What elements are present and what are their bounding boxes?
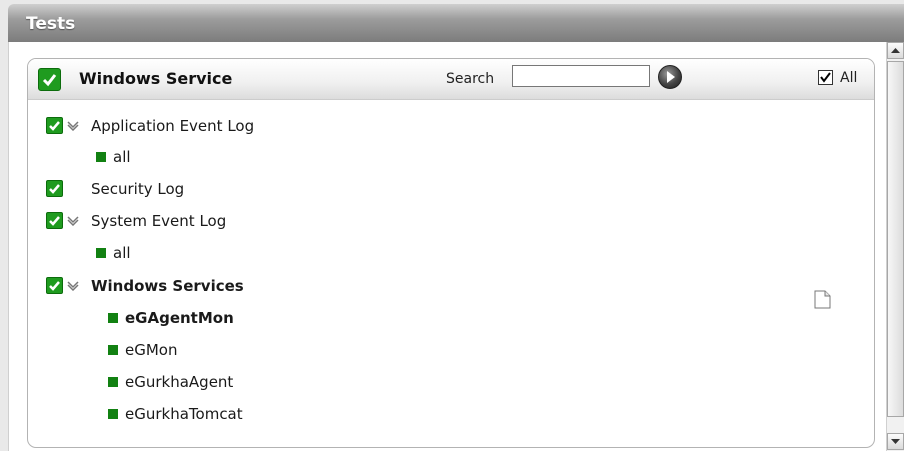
checked-green-icon[interactable] xyxy=(46,212,63,229)
checked-green-icon[interactable] xyxy=(46,180,63,197)
tree-item-windows-services[interactable]: Windows Services xyxy=(46,276,446,296)
go-arrow-icon xyxy=(667,71,675,83)
tree-subitem-egagentmon[interactable]: eGAgentMon xyxy=(108,308,358,328)
green-square-icon xyxy=(96,248,106,258)
tree-subitem[interactable]: all xyxy=(96,147,296,167)
checked-green-icon[interactable] xyxy=(46,117,63,134)
green-square-icon xyxy=(108,409,118,419)
scroll-up-icon xyxy=(891,48,900,53)
scroll-thumb[interactable] xyxy=(887,61,904,417)
tree-subitem-label: all xyxy=(113,148,131,166)
tests-title-bar: Tests xyxy=(8,4,904,42)
windows-service-panel: Windows Service Search All Application E… xyxy=(27,58,875,448)
green-square-icon xyxy=(108,377,118,387)
search-go-button[interactable] xyxy=(658,65,682,89)
tree-subitem-egmon[interactable]: eGMon xyxy=(108,340,358,360)
tree-subitem-label: eGurkhaTomcat xyxy=(125,405,243,423)
tree-subitem-label: eGMon xyxy=(125,341,178,359)
tree-item-system-event-log[interactable]: System Event Log xyxy=(46,211,446,231)
panel-checkbox-icon[interactable] xyxy=(38,68,61,91)
scroll-up-button[interactable] xyxy=(887,42,904,59)
scroll-down-icon xyxy=(891,439,900,444)
document-icon[interactable] xyxy=(814,290,831,309)
tree-item-security-log[interactable]: Security Log xyxy=(46,179,446,199)
green-square-icon xyxy=(108,345,118,355)
checked-green-icon[interactable] xyxy=(46,277,63,294)
all-label: All xyxy=(840,70,858,86)
tree-item-label: Windows Services xyxy=(91,277,244,295)
all-checkbox[interactable] xyxy=(818,70,833,85)
green-square-icon xyxy=(108,313,118,323)
tree-item-label: System Event Log xyxy=(91,212,227,230)
tree-item-label: Security Log xyxy=(91,180,185,198)
tree-subitem-egurkhatomcat[interactable]: eGurkhaTomcat xyxy=(108,404,358,424)
tests-title: Tests xyxy=(26,14,76,34)
tree-subitem-label: all xyxy=(113,244,131,262)
chevron-down-icon[interactable] xyxy=(67,214,79,226)
tree-subitem-label: eGurkhaAgent xyxy=(125,373,234,391)
tree-subitem-egurkhaagent[interactable]: eGurkhaAgent xyxy=(108,372,358,392)
tree-item-application-event-log[interactable]: Application Event Log xyxy=(46,116,446,136)
tree-subitem-label: eGAgentMon xyxy=(125,309,234,327)
green-square-icon xyxy=(96,152,106,162)
tests-content: Windows Service Search All Application E… xyxy=(8,42,887,451)
panel-header: Windows Service Search All xyxy=(28,59,874,100)
chevron-down-icon[interactable] xyxy=(67,279,79,291)
panel-title: Windows Service xyxy=(79,69,233,88)
vertical-scrollbar[interactable] xyxy=(886,42,904,451)
scroll-down-button[interactable] xyxy=(887,433,904,450)
chevron-down-icon[interactable] xyxy=(67,119,79,131)
search-label: Search xyxy=(446,71,495,87)
tree-item-label: Application Event Log xyxy=(91,117,255,135)
search-input[interactable] xyxy=(512,65,650,87)
tree-subitem[interactable]: all xyxy=(96,243,296,263)
